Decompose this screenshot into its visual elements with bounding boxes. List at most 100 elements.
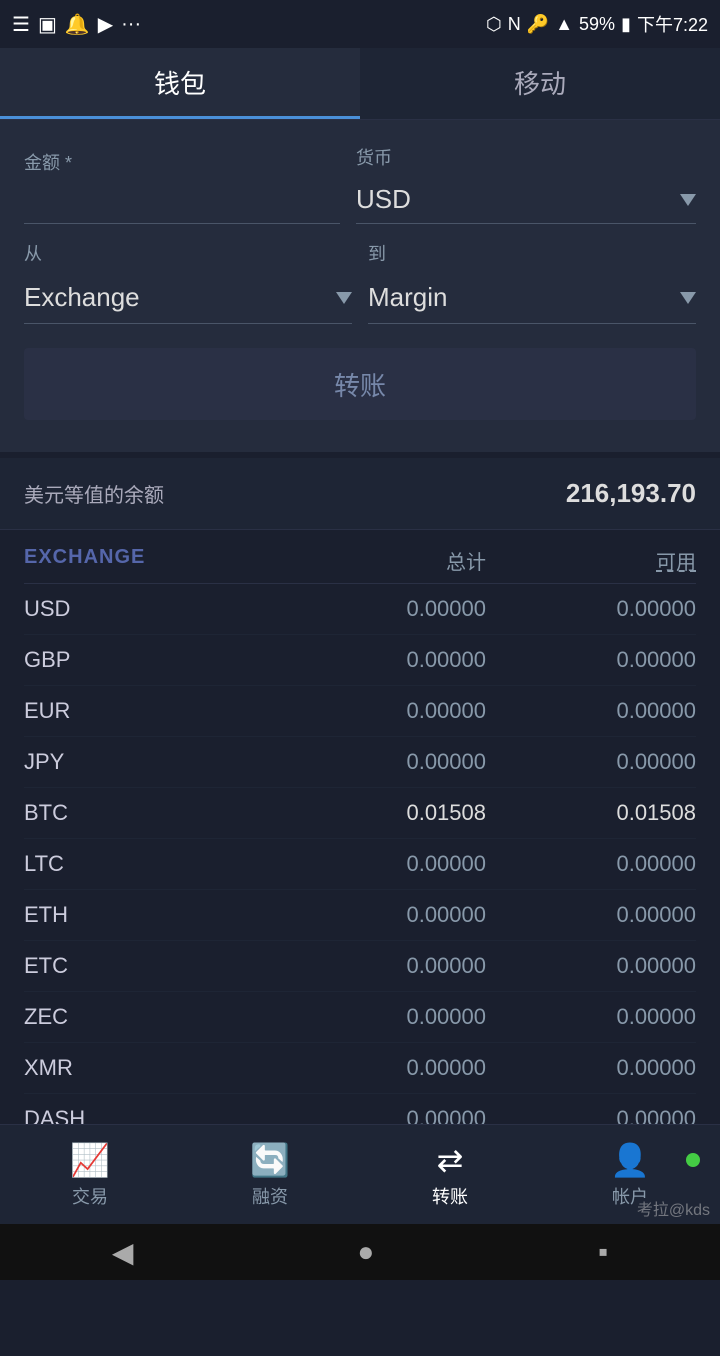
status-bar: ☰ ▣ 🔔 ▶ ··· ⬡ N 🔑 ▲ 59% ▮ 下午7:22: [0, 0, 720, 48]
table-row: ZEC0.000000.00000: [24, 992, 696, 1043]
bottom-nav: 📈 交易 🔄 融资 ⇄ 转账 👤 帐户: [0, 1124, 720, 1224]
table-row: ETC0.000000.00000: [24, 941, 696, 992]
row-available-value: 0.00000: [486, 749, 696, 775]
account-icon: 👤: [610, 1141, 650, 1179]
transfer-form: 金额 * 货币 USD 从 Exchange 到 Margin: [0, 120, 720, 458]
from-label: 从: [24, 240, 352, 266]
wallet-icon: ▣: [38, 12, 57, 37]
currency-container: 货币 USD: [356, 144, 696, 224]
trade-icon: 📈: [70, 1141, 110, 1179]
row-currency-name: JPY: [24, 749, 276, 775]
row-currency-name: EUR: [24, 698, 276, 724]
tab-move[interactable]: 移动: [360, 48, 720, 119]
row-currency-name: ETH: [24, 902, 276, 928]
table-header: EXCHANGE 总计 可用: [24, 530, 696, 584]
row-currency-name: LTC: [24, 851, 276, 877]
from-section: 从 Exchange: [24, 240, 352, 324]
col-available-header: 可用: [486, 546, 696, 575]
row-available-value: 0.00000: [486, 647, 696, 673]
transfer-icon: ⇄: [437, 1141, 464, 1179]
nav-fund[interactable]: 🔄 融资: [180, 1141, 360, 1209]
from-to-row: 从 Exchange 到 Margin: [24, 240, 696, 324]
transfer-button[interactable]: 转账: [24, 348, 696, 420]
table-row: ETH0.000000.00000: [24, 890, 696, 941]
from-dropdown-arrow: [336, 292, 352, 304]
row-total-value: 0.00000: [276, 953, 486, 979]
status-right-icons: ⬡ N 🔑 ▲ 59% ▮ 下午7:22: [486, 11, 708, 37]
row-available-value: 0.00000: [486, 1004, 696, 1030]
col-total-header: 总计: [276, 546, 486, 575]
recents-button[interactable]: ▪: [598, 1236, 608, 1268]
row-total-value: 0.01508: [276, 800, 486, 826]
row-available-value: 0.01508: [486, 800, 696, 826]
home-button[interactable]: ●: [357, 1236, 374, 1268]
table-row: GBP0.000000.00000: [24, 635, 696, 686]
row-available-value: 0.00000: [486, 698, 696, 724]
table-row: BTC0.015080.01508: [24, 788, 696, 839]
nav-trade[interactable]: 📈 交易: [0, 1141, 180, 1209]
row-available-value: 0.00000: [486, 851, 696, 877]
balance-section: 美元等值的余额 216,193.70: [0, 458, 720, 530]
to-value: Margin: [368, 282, 447, 313]
nav-transfer-label: 转账: [432, 1183, 468, 1209]
currency-label: 货币: [356, 144, 696, 170]
balance-label: 美元等值的余额: [24, 479, 164, 508]
watermark: 考拉@kds: [637, 1196, 710, 1220]
more-icon: ···: [121, 13, 141, 36]
row-available-value: 0.00000: [486, 1055, 696, 1081]
transfer-button-label: 转账: [334, 366, 386, 403]
to-label: 到: [368, 240, 696, 266]
from-dropdown[interactable]: Exchange: [24, 272, 352, 324]
row-total-value: 0.00000: [276, 1055, 486, 1081]
key-icon: 🔑: [527, 14, 549, 35]
battery-icon: ▮: [621, 14, 631, 35]
nav-trade-label: 交易: [72, 1183, 108, 1209]
row-available-value: 0.00000: [486, 596, 696, 622]
bell-icon: 🔔: [65, 12, 90, 37]
table-body: USD0.000000.00000GBP0.000000.00000EUR0.0…: [24, 584, 696, 1196]
nav-fund-label: 融资: [252, 1183, 288, 1209]
exchange-table: EXCHANGE 总计 可用 USD0.000000.00000GBP0.000…: [0, 530, 720, 1196]
signal-icon: ▲: [555, 14, 573, 35]
to-dropdown[interactable]: Margin: [368, 272, 696, 324]
row-currency-name: XMR: [24, 1055, 276, 1081]
to-dropdown-arrow: [680, 292, 696, 304]
currency-value: USD: [356, 184, 411, 215]
row-currency-name: BTC: [24, 800, 276, 826]
table-row: XMR0.000000.00000: [24, 1043, 696, 1094]
nfc-icon: N: [508, 14, 521, 35]
row-currency-name: ETC: [24, 953, 276, 979]
row-currency-name: GBP: [24, 647, 276, 673]
battery-text: 59%: [579, 14, 615, 35]
bluetooth-icon: ⬡: [486, 14, 502, 35]
row-total-value: 0.00000: [276, 902, 486, 928]
to-section: 到 Margin: [368, 240, 696, 324]
fund-icon: 🔄: [250, 1141, 290, 1179]
row-currency-name: USD: [24, 596, 276, 622]
table-row: USD0.000000.00000: [24, 584, 696, 635]
amount-field-container: 金额 *: [24, 149, 340, 224]
back-button[interactable]: ◀: [112, 1236, 134, 1269]
row-total-value: 0.00000: [276, 698, 486, 724]
send-icon: ▶: [98, 12, 113, 37]
row-total-value: 0.00000: [276, 851, 486, 877]
currency-dropdown[interactable]: USD: [356, 176, 696, 224]
currency-dropdown-arrow: [680, 194, 696, 206]
table-row: LTC0.000000.00000: [24, 839, 696, 890]
main-tabs: 钱包 移动: [0, 48, 720, 120]
menu-icon: ☰: [12, 12, 30, 37]
row-total-value: 0.00000: [276, 1004, 486, 1030]
row-available-value: 0.00000: [486, 953, 696, 979]
row-total-value: 0.00000: [276, 647, 486, 673]
row-total-value: 0.00000: [276, 749, 486, 775]
time-display: 下午7:22: [637, 11, 708, 37]
status-left-icons: ☰ ▣ 🔔 ▶ ···: [12, 12, 141, 37]
amount-input[interactable]: [24, 181, 340, 224]
tab-move-label: 移动: [514, 64, 566, 101]
system-nav-bar: ◀ ● ▪: [0, 1224, 720, 1280]
nav-transfer[interactable]: ⇄ 转账: [360, 1141, 540, 1209]
tab-wallet-label: 钱包: [154, 64, 206, 101]
tab-wallet[interactable]: 钱包: [0, 48, 360, 119]
from-value: Exchange: [24, 282, 140, 313]
table-row: EUR0.000000.00000: [24, 686, 696, 737]
